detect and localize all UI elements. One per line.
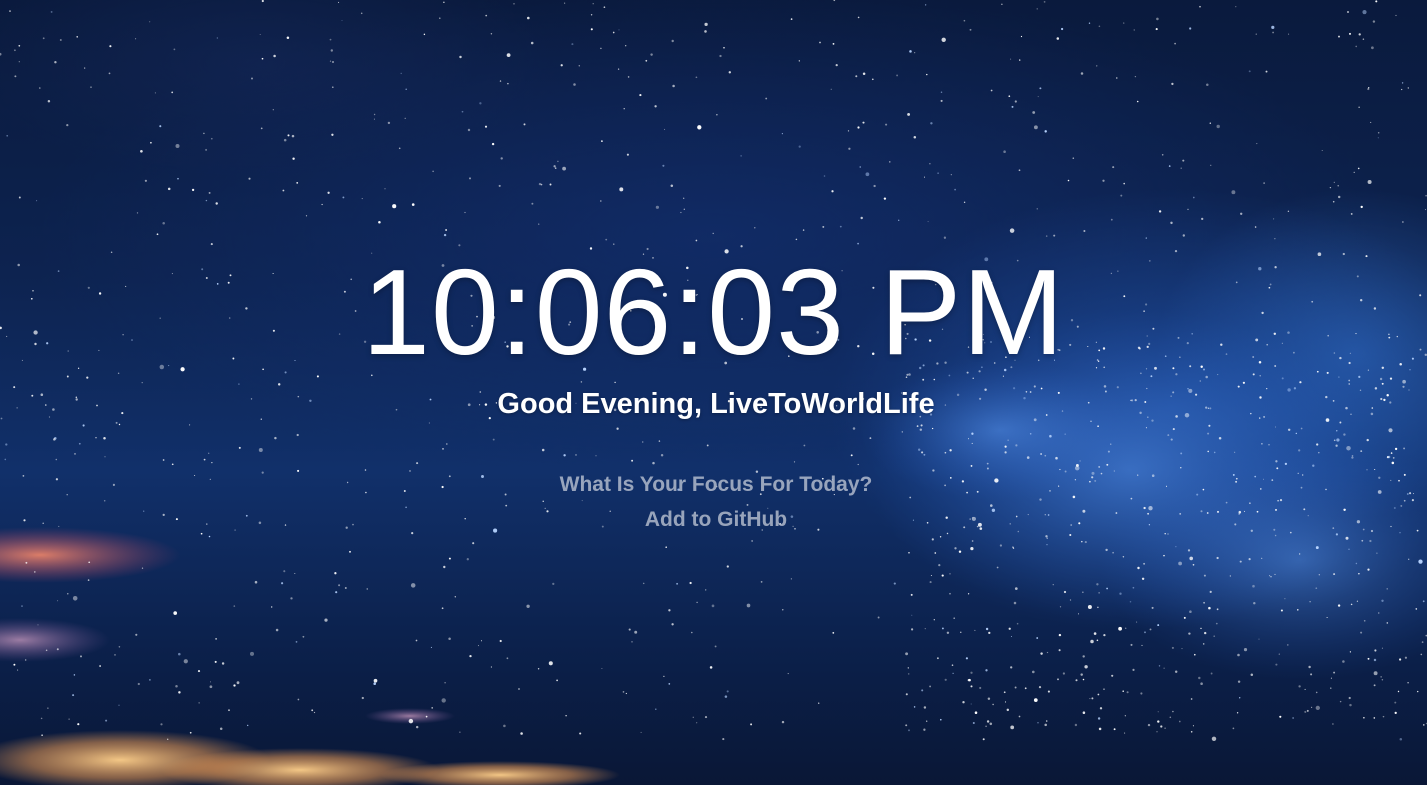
add-to-github-link[interactable]: Add to GitHub bbox=[645, 508, 787, 531]
main-content: 10:06:03 PM Good Evening, LiveToWorldLif… bbox=[0, 0, 1427, 785]
clock-time: 10:06:03 PM bbox=[362, 244, 1065, 380]
focus-prompt[interactable]: What Is Your Focus For Today? bbox=[0, 471, 1427, 499]
github-link-row: Add to GitHub bbox=[0, 506, 1427, 534]
greeting-text: Good Evening, LiveToWorldLife bbox=[497, 388, 935, 420]
